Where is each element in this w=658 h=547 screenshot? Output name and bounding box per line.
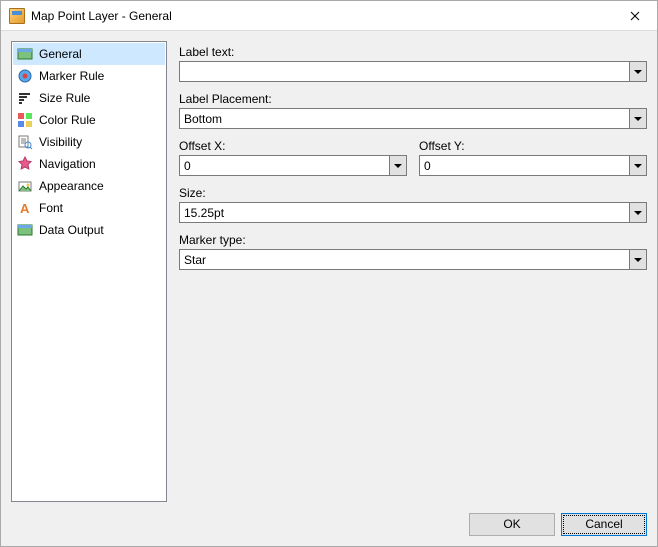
- sidebar-item-label: Appearance: [39, 179, 104, 193]
- label-placement-combo[interactable]: [179, 108, 647, 129]
- layer-icon: [17, 46, 33, 62]
- marker-type-combo[interactable]: [179, 249, 647, 270]
- dialog-body: General Marker Rule Size Rule Color Rule: [1, 31, 657, 502]
- sidebar-item-label: Color Rule: [39, 113, 96, 127]
- chevron-down-icon: [634, 258, 642, 262]
- size-label: Size:: [179, 186, 647, 200]
- offset-y-dropdown-button[interactable]: [629, 156, 646, 175]
- field-offsets: Offset X: Offset Y:: [179, 139, 647, 176]
- chevron-down-icon: [634, 70, 642, 74]
- sidebar-item-color-rule[interactable]: Color Rule: [13, 109, 165, 131]
- field-offset-y: Offset Y:: [419, 139, 647, 176]
- cancel-button[interactable]: Cancel: [561, 513, 647, 536]
- size-combo[interactable]: [179, 202, 647, 223]
- offset-x-combo[interactable]: [179, 155, 407, 176]
- sidebar-item-size-rule[interactable]: Size Rule: [13, 87, 165, 109]
- field-marker-type: Marker type:: [179, 233, 647, 270]
- chevron-down-icon: [634, 211, 642, 215]
- sidebar-item-label: Marker Rule: [39, 69, 104, 83]
- chevron-down-icon: [634, 117, 642, 121]
- sidebar-item-navigation[interactable]: Navigation: [13, 153, 165, 175]
- data-output-icon: [17, 222, 33, 238]
- label-text-combo[interactable]: [179, 61, 647, 82]
- sidebar-item-data-output[interactable]: Data Output: [13, 219, 165, 241]
- font-icon: A: [17, 200, 33, 216]
- navigation-icon: [17, 156, 33, 172]
- field-offset-x: Offset X:: [179, 139, 407, 176]
- label-placement-label: Label Placement:: [179, 92, 647, 106]
- close-button[interactable]: [612, 1, 657, 30]
- titlebar: Map Point Layer - General: [1, 1, 657, 31]
- close-icon: [630, 11, 640, 21]
- field-size: Size:: [179, 186, 647, 223]
- marker-rule-icon: [17, 68, 33, 84]
- sidebar-item-label: Navigation: [39, 157, 96, 171]
- sidebar: General Marker Rule Size Rule Color Rule: [11, 41, 167, 502]
- sidebar-item-label: Data Output: [39, 223, 104, 237]
- offset-x-dropdown-button[interactable]: [389, 156, 406, 175]
- label-text-dropdown-button[interactable]: [629, 62, 646, 81]
- appearance-icon: [17, 178, 33, 194]
- label-placement-dropdown-button[interactable]: [629, 109, 646, 128]
- marker-type-label: Marker type:: [179, 233, 647, 247]
- app-icon: [9, 8, 25, 24]
- field-label-text: Label text:: [179, 45, 647, 82]
- sidebar-item-visibility[interactable]: Visibility: [13, 131, 165, 153]
- offset-x-label: Offset X:: [179, 139, 407, 153]
- sidebar-item-font[interactable]: A Font: [13, 197, 165, 219]
- chevron-down-icon: [394, 164, 402, 168]
- ok-button[interactable]: OK: [469, 513, 555, 536]
- dialog-window: Map Point Layer - General General Marker…: [0, 0, 658, 547]
- sidebar-item-marker-rule[interactable]: Marker Rule: [13, 65, 165, 87]
- window-title: Map Point Layer - General: [31, 9, 612, 23]
- sidebar-item-label: Font: [39, 201, 63, 215]
- label-text-label: Label text:: [179, 45, 647, 59]
- label-placement-input[interactable]: [180, 109, 629, 128]
- dialog-footer: OK Cancel: [1, 502, 657, 546]
- form-panel: Label text: Label Placement:: [173, 41, 647, 502]
- color-rule-icon: [17, 112, 33, 128]
- svg-text:A: A: [20, 201, 30, 216]
- visibility-icon: [17, 134, 33, 150]
- field-label-placement: Label Placement:: [179, 92, 647, 129]
- size-dropdown-button[interactable]: [629, 203, 646, 222]
- sidebar-item-label: Size Rule: [39, 91, 90, 105]
- sidebar-item-appearance[interactable]: Appearance: [13, 175, 165, 197]
- chevron-down-icon: [634, 164, 642, 168]
- offset-y-combo[interactable]: [419, 155, 647, 176]
- sidebar-item-general[interactable]: General: [13, 43, 165, 65]
- marker-type-dropdown-button[interactable]: [629, 250, 646, 269]
- marker-type-input[interactable]: [180, 250, 629, 269]
- size-input[interactable]: [180, 203, 629, 222]
- offset-x-input[interactable]: [180, 156, 389, 175]
- size-rule-icon: [17, 90, 33, 106]
- offset-y-label: Offset Y:: [419, 139, 647, 153]
- label-text-input[interactable]: [180, 62, 629, 81]
- sidebar-item-label: Visibility: [39, 135, 82, 149]
- offset-y-input[interactable]: [420, 156, 629, 175]
- sidebar-item-label: General: [39, 47, 82, 61]
